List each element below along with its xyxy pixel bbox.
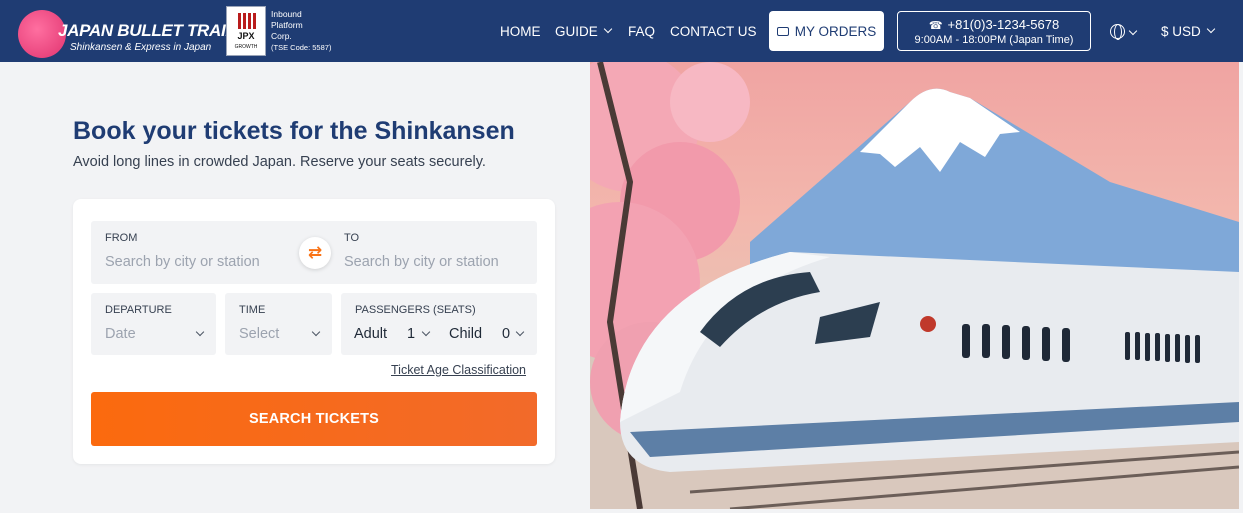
nav-home[interactable]: HOME	[500, 0, 541, 62]
brand-logo[interactable]: JAPAN BULLET TRAIN Shinkansen & Express …	[14, 4, 238, 60]
child-selector[interactable]: Child 0	[441, 320, 537, 350]
jpx-badge-sub: GROWTH	[234, 44, 258, 50]
my-orders-button[interactable]: MY ORDERS	[769, 11, 884, 51]
brand-title: JAPAN BULLET TRAIN	[58, 21, 238, 40]
swap-arrows-icon: ⇄	[307, 243, 323, 262]
jpx-logo-icon	[237, 13, 257, 29]
phone-hours: 9:00AM - 18:00PM (Japan Time)	[914, 34, 1074, 46]
swap-stations-button[interactable]: ⇄	[299, 237, 331, 269]
jpx-badge: JPX GROWTH	[226, 6, 266, 56]
phone-number: +81(0)3-1234-5678	[947, 17, 1060, 32]
adult-label: Adult	[354, 326, 388, 342]
nav-faq-label: FAQ	[628, 23, 656, 39]
partner-line3: Corp.	[271, 31, 292, 41]
ticket-age-classification-link[interactable]: Ticket Age Classification	[391, 363, 526, 377]
chevron-down-icon	[421, 327, 431, 337]
page-title: Book your tickets for the Shinkansen	[73, 117, 515, 145]
time-value: Select	[239, 326, 280, 342]
from-field[interactable]: FROM Search by city or station	[91, 221, 314, 284]
ticket-icon	[776, 26, 789, 36]
nav-faq[interactable]: FAQ	[628, 0, 655, 62]
search-tickets-label: SEARCH TICKETS	[248, 411, 380, 427]
from-input: Search by city or station	[105, 254, 260, 270]
to-input: Search by city or station	[344, 254, 499, 270]
nav-contact[interactable]: CONTACT US	[670, 0, 757, 62]
chevron-down-icon	[515, 327, 525, 337]
chevron-down-icon	[1128, 26, 1138, 36]
chevron-down-icon	[311, 327, 321, 337]
child-count: 0	[502, 326, 511, 342]
train-illustration	[620, 252, 1239, 472]
partner-line1: Inbound	[271, 9, 302, 19]
phone-number-row: ☎ +81(0)3-1234-5678	[898, 17, 1090, 32]
phone-contact-button[interactable]: ☎ +81(0)3-1234-5678 9:00AM - 18:00PM (Jap…	[897, 11, 1091, 51]
time-field[interactable]: TIME Select	[225, 293, 332, 355]
departure-value: Date	[105, 326, 136, 342]
chevron-down-icon	[603, 24, 613, 34]
hero-image-shinkansen	[590, 62, 1239, 509]
partner-info: Inbound Platform Corp. (TSE Code: 5587)	[271, 9, 341, 53]
departure-field[interactable]: DEPARTURE Date	[91, 293, 216, 355]
phone-icon: ☎	[928, 20, 943, 32]
page-subtitle: Avoid long lines in crowded Japan. Reser…	[73, 154, 486, 170]
child-label: Child	[449, 326, 483, 342]
my-orders-label: MY ORDERS	[794, 23, 877, 39]
brand-subtitle: Shinkansen & Express in Japan	[70, 42, 212, 53]
adult-count: 1	[407, 326, 416, 342]
nav-home-label: HOME	[500, 23, 541, 39]
top-header: JAPAN BULLET TRAIN Shinkansen & Express …	[0, 0, 1243, 62]
chevron-down-icon	[1206, 24, 1216, 34]
from-label: FROM	[105, 232, 138, 244]
passengers-label: PASSENGERS (SEATS)	[355, 304, 476, 316]
partner-line2: Platform	[271, 20, 303, 30]
to-field[interactable]: TO Search by city or station	[330, 221, 537, 284]
adult-selector[interactable]: Adult 1	[341, 320, 437, 350]
to-label: TO	[344, 232, 360, 244]
nav-guide[interactable]: GUIDE	[555, 0, 613, 62]
jpx-badge-text: JPX	[237, 31, 255, 41]
chevron-down-icon	[195, 327, 205, 337]
departure-label: DEPARTURE	[105, 304, 172, 316]
nav-contact-label: CONTACT US	[670, 23, 757, 39]
nav-guide-label: GUIDE	[555, 23, 598, 39]
search-tickets-button[interactable]: SEARCH TICKETS	[91, 392, 537, 446]
hero-illustration	[590, 62, 1239, 509]
partner-tse-code: (TSE Code: 5587)	[271, 43, 332, 52]
time-label: TIME	[239, 304, 266, 316]
language-selector[interactable]	[1108, 0, 1142, 62]
globe-icon	[1110, 24, 1125, 40]
currency-selector[interactable]: $ USD	[1161, 0, 1216, 62]
currency-label: $ USD	[1161, 23, 1201, 39]
